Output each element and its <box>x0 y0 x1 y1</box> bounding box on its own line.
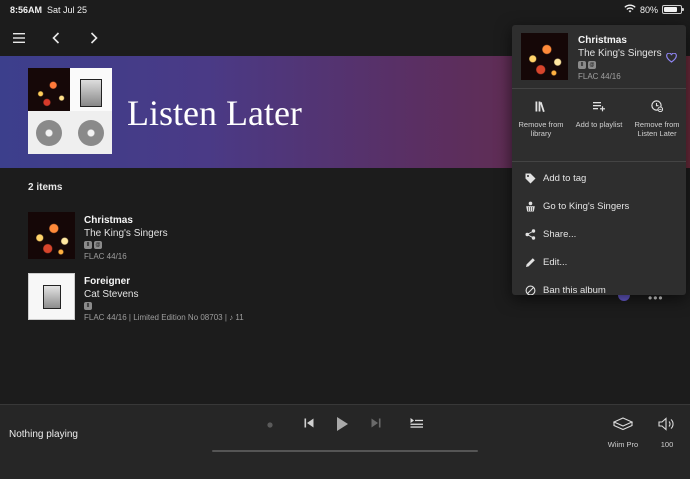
previous-track-icon[interactable] <box>303 417 315 429</box>
artist-icon <box>523 199 537 213</box>
status-date: Sat Jul 25 <box>47 5 88 15</box>
remove-from-library-button[interactable]: Remove from library <box>512 90 570 160</box>
album-meta: Christmas The King's Singers ll @ FLAC 4… <box>84 214 168 262</box>
header-collage-art <box>28 68 112 154</box>
album-artist[interactable]: The King's Singers <box>84 227 168 240</box>
zone-selector[interactable]: Wiim Pro <box>604 417 642 449</box>
divider <box>512 161 686 162</box>
ban-icon <box>523 283 537 295</box>
disc-icon <box>36 119 62 146</box>
popup-album-art <box>521 33 568 80</box>
library-icon: ll <box>578 61 586 69</box>
album-art[interactable] <box>28 212 75 259</box>
library-icon: ll <box>84 241 92 249</box>
disc-icon <box>78 119 104 146</box>
album-context-menu: Christmas The King's Singers ll @ FLAC 4… <box>512 25 686 295</box>
volume-icon <box>658 417 676 435</box>
library-icon: ll <box>84 302 92 310</box>
portrait-graphic <box>80 79 102 107</box>
menu-item-add-to-tag[interactable]: Add to tag <box>512 164 686 192</box>
menu-item-label: Share... <box>543 228 577 240</box>
album-quality: FLAC 44/16 <box>84 252 127 261</box>
volume-level: 100 <box>660 440 674 449</box>
album-meta: Foreigner Cat Stevens ll FLAC 44/16 | Li… <box>84 275 244 323</box>
status-right: 80% <box>624 4 684 15</box>
popup-album-meta: Christmas The King's Singers ll @ FLAC 4… <box>578 34 662 82</box>
collage-foreigner-art <box>70 68 112 111</box>
popup-menu-list: Add to tag Go to King's Singers Share...… <box>512 164 686 295</box>
action-label: Remove from library <box>518 120 564 138</box>
add-to-playlist-button[interactable]: Add to playlist <box>570 90 628 160</box>
tag-icon <box>523 171 537 185</box>
album-quality: FLAC 44/16 | Limited Edition No 08703 | … <box>84 313 244 322</box>
player-bar: Nothing playing Wiim Pro 100 <box>0 404 690 479</box>
collage-placeholder <box>28 111 70 154</box>
forward-icon[interactable] <box>83 27 105 49</box>
speaker-device-icon <box>612 417 634 435</box>
next-track-icon[interactable] <box>370 417 382 429</box>
battery-icon <box>662 5 684 14</box>
action-label: Remove from Listen Later <box>634 120 680 138</box>
action-label: Add to playlist <box>575 120 623 129</box>
page-title: Listen Later <box>127 93 302 133</box>
status-bar: 8:56AM Sat Jul 25 80% <box>0 0 690 20</box>
status-time: 8:56AM <box>10 5 43 15</box>
menu-item-ban-album[interactable]: Ban this album <box>512 276 686 295</box>
play-icon[interactable] <box>335 416 349 432</box>
menu-item-label: Ban this album <box>543 284 606 296</box>
radio-dot-icon[interactable] <box>266 421 274 429</box>
portrait-graphic <box>43 285 61 309</box>
battery-percent: 80% <box>639 4 658 15</box>
item-count: 2 items <box>28 182 63 193</box>
volume-control[interactable]: 100 <box>654 417 680 449</box>
heart-icon[interactable] <box>666 50 677 68</box>
album-badges: ll @ <box>84 241 168 249</box>
queue-icon[interactable] <box>410 417 423 428</box>
progress-bar[interactable] <box>212 450 478 452</box>
share-icon <box>523 227 537 241</box>
popup-actions: Remove from library Add to playlist Remo… <box>512 90 686 160</box>
popup-header: Christmas The King's Singers ll @ FLAC 4… <box>512 25 686 87</box>
album-badges: ll <box>84 302 244 310</box>
menu-icon[interactable] <box>8 27 30 49</box>
back-icon[interactable] <box>45 27 67 49</box>
collage-placeholder <box>70 111 112 154</box>
popup-badges: ll @ <box>578 61 662 69</box>
album-title[interactable]: Christmas <box>84 214 168 227</box>
playlist-add-icon <box>593 99 605 116</box>
album-artist[interactable]: Cat Stevens <box>84 288 244 301</box>
album-art[interactable] <box>28 273 75 320</box>
now-playing-text: Nothing playing <box>9 429 78 440</box>
menu-item-label: Go to King's Singers <box>543 200 630 212</box>
battery-fill <box>664 7 677 12</box>
menu-item-share[interactable]: Share... <box>512 220 686 248</box>
menu-item-label: Add to tag <box>543 172 587 184</box>
menu-item-edit[interactable]: Edit... <box>512 248 686 276</box>
zone-name: Wiim Pro <box>607 440 639 449</box>
remove-from-listen-later-button[interactable]: Remove from Listen Later <box>628 90 686 160</box>
album-title[interactable]: Foreigner <box>84 275 244 288</box>
popup-album-artist: The King's Singers <box>578 48 662 59</box>
popup-album-title: Christmas <box>578 35 627 46</box>
tag-icon: @ <box>94 241 102 249</box>
menu-item-label: Edit... <box>543 256 568 268</box>
wifi-icon <box>624 4 636 15</box>
tag-icon: @ <box>588 61 596 69</box>
library-icon <box>535 99 547 116</box>
collage-christmas-art <box>28 68 70 111</box>
listen-later-icon <box>651 99 664 116</box>
divider <box>512 88 686 89</box>
popup-album-quality: FLAC 44/16 <box>578 72 621 81</box>
menu-item-go-to-artist[interactable]: Go to King's Singers <box>512 192 686 220</box>
pencil-icon <box>523 255 537 269</box>
